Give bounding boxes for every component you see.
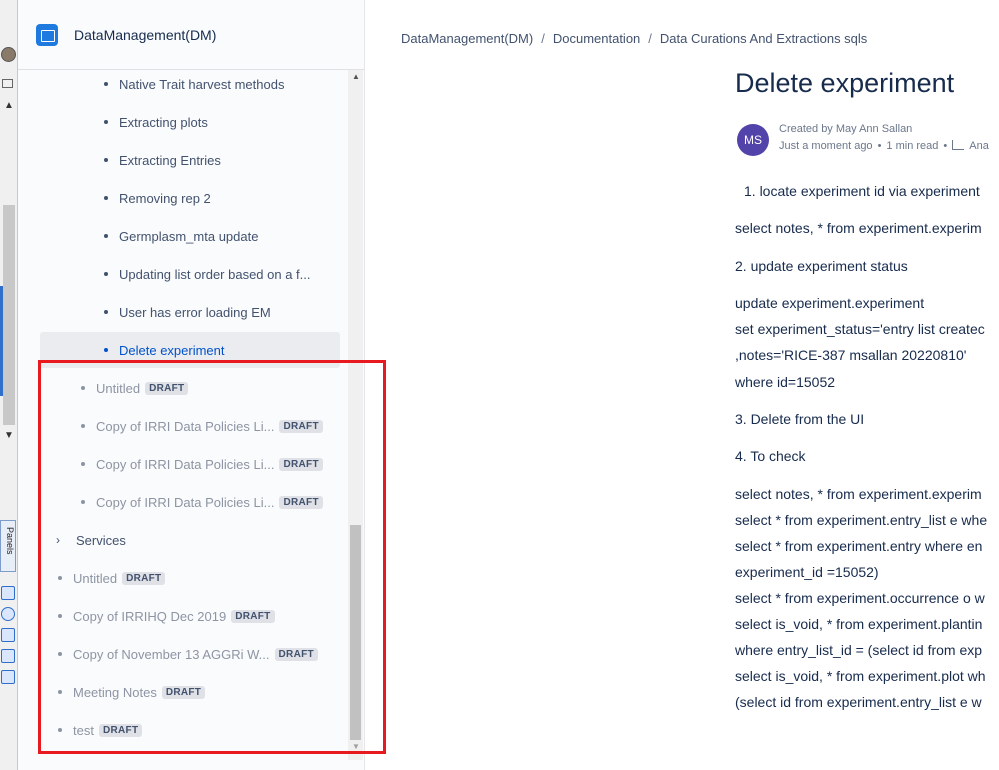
space-header: DataManagement(DM) [18,0,365,70]
tree-item-label: Extracting Entries [119,152,221,168]
body-line: 3. Delete from the UI [735,411,865,427]
annotation-highlight-box [38,360,386,754]
breadcrumb-item[interactable]: Data Curations And Extractions sqls [660,31,867,46]
bullet-icon [104,310,108,314]
bullet-icon [104,234,108,238]
scroll-down-icon[interactable]: ▼ [4,430,14,441]
body-line: where id=15052 [735,374,836,390]
bullet-icon [104,272,108,276]
monitor-icon[interactable] [1,670,15,684]
body-line: ,notes='RICE-387 msallan 20220810' [735,347,967,363]
strip-scrollbar[interactable] [3,205,15,425]
body-line: update experiment.experiment [735,295,925,311]
body-line: select is_void, * from experiment.plot w… [735,668,986,684]
bullet-icon [104,348,108,352]
body-line: 4. To check [735,448,806,464]
globe-icon[interactable] [1,607,15,621]
left-tool-strip: ▲ ▼ Panels [0,0,18,770]
bullet-icon [104,82,108,86]
bullet-icon [104,196,108,200]
breadcrumb-item[interactable]: Documentation [553,31,640,46]
strip-selection-bar [0,286,3,396]
body-line: select * from experiment.entry where en [735,538,983,554]
body-line: 2. update experiment status [735,258,908,274]
page-meta: Just a moment ago • 1 min read • Ana [779,140,989,152]
table-icon[interactable] [1,628,15,642]
panels-tab[interactable]: Panels [0,520,16,572]
bar-chart-icon[interactable] [1,649,15,663]
grid-icon[interactable] [1,586,15,600]
body-line: select notes, * from experiment.experim [735,220,982,236]
space-logo-icon[interactable] [36,24,58,46]
tree-item[interactable]: Native Trait harvest methods [104,66,284,102]
author-avatar[interactable]: MS [737,124,769,156]
tree-item[interactable]: Germplasm_mta update [104,218,258,254]
breadcrumb: DataManagement(DM) / Documentation / Data Cu… [401,31,867,46]
tree-item-label: Extracting plots [119,114,208,130]
body-line: 1. locate experiment id via experiment [744,183,980,199]
window-restore-icon[interactable] [2,79,13,88]
tree-item[interactable]: Removing rep 2 [104,180,211,216]
scroll-up-arrow-icon[interactable]: ▲ [352,72,360,81]
tree-item[interactable]: User has error loading EM [104,294,271,330]
body-line: select is_void, * from experiment.planti… [735,616,983,632]
analytics-icon[interactable] [952,140,965,150]
panels-label: Panels [5,527,15,555]
bullet-icon [104,158,108,162]
page-title: Delete experiment [735,68,955,98]
body-line: where entry_list_id = (select id from ex… [735,642,983,658]
breadcrumb-separator: / [541,31,545,46]
tree-item[interactable]: Updating list order based on a f... [104,256,311,292]
body-line: experiment_id =15052) [735,564,879,580]
tree-item[interactable]: Extracting Entries [104,142,221,178]
body-line: select notes, * from experiment.experim [735,486,982,502]
tree-item-label: Native Trait harvest methods [119,76,285,92]
breadcrumb-separator: / [648,31,652,46]
modified-time: Just a moment ago [779,140,873,152]
profile-icon[interactable] [1,47,16,62]
body-line: select * from experiment.entry_list e wh… [735,512,988,528]
analytics-link[interactable]: Ana [969,140,989,152]
read-time: 1 min read [886,140,939,152]
body-line: (select id from experiment.entry_list e … [735,694,982,710]
tree-item-label: Germplasm_mta update [119,228,259,244]
tree-item-label: Delete experiment [119,342,225,358]
tree-item-label: Removing rep 2 [119,190,211,206]
space-name[interactable]: DataManagement(DM) [74,27,216,43]
tree-item-label: Updating list order based on a f... [119,266,311,282]
breadcrumb-item[interactable]: DataManagement(DM) [401,31,533,46]
body-line: select * from experiment.occurrence o w [735,590,985,606]
scroll-up-icon[interactable]: ▲ [4,100,14,111]
bullet-icon [104,120,108,124]
tree-item[interactable]: Extracting plots [104,104,208,140]
body-line: set experiment_status='entry list create… [735,321,985,337]
created-by[interactable]: Created by May Ann Sallan [779,123,912,135]
tree-item-label: User has error loading EM [119,304,271,320]
